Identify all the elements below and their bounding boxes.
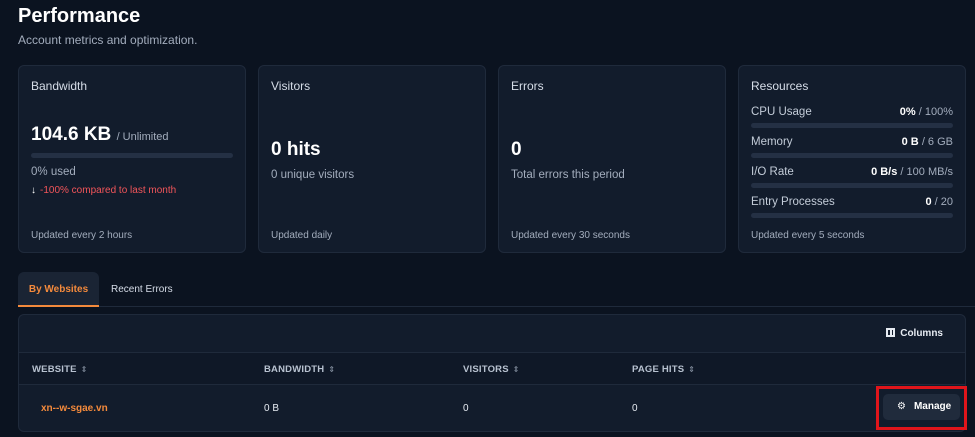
sort-icon: ⇕: [688, 365, 696, 374]
resource-value: 0% / 100%: [899, 106, 953, 118]
visitors-sub: 0 unique visitors: [271, 169, 355, 181]
resources-card: Resources CPU Usage 0% / 100% Memory 0 B…: [738, 65, 966, 253]
resource-bar: [751, 213, 953, 218]
visitors-title: Visitors: [271, 79, 311, 93]
sort-icon: ⇕: [512, 365, 520, 374]
tab-bar: By Websites Recent Errors: [18, 272, 975, 307]
resources-title: Resources: [751, 79, 809, 93]
resource-row-cpu: CPU Usage 0% / 100%: [751, 106, 953, 130]
bandwidth-card: Bandwidth 104.6 KB / Unlimited 0% used ↓…: [18, 65, 246, 253]
bandwidth-trend-text: -100% compared to last month: [40, 185, 177, 196]
errors-card: Errors 0 Total errors this period Update…: [498, 65, 726, 253]
resources-footer: Updated every 5 seconds: [751, 230, 865, 241]
errors-value: 0: [511, 139, 522, 160]
resource-bar: [751, 183, 953, 188]
table-header: WEBSITE ⇕ BANDWIDTH ⇕ VISITORS ⇕ PAGE HITS ⇕: [19, 353, 965, 385]
down-arrow-icon: ↓: [31, 185, 36, 196]
resource-row-memory: Memory 0 B / 6 GB: [751, 136, 953, 160]
manage-button[interactable]: ⚙ Manage: [883, 394, 960, 420]
columns-icon: [886, 328, 896, 337]
resource-bar: [751, 153, 953, 158]
manage-label: Manage: [913, 401, 952, 412]
bandwidth-title: Bandwidth: [31, 79, 88, 93]
resource-label: Entry Processes: [751, 196, 835, 208]
errors-title: Errors: [511, 79, 544, 93]
tab-recent-errors[interactable]: Recent Errors: [111, 272, 173, 307]
gear-icon: ⚙: [897, 401, 906, 412]
bandwidth-used: 0% used: [31, 166, 76, 178]
resource-label: I/O Rate: [751, 166, 794, 178]
table-toolbar: Columns: [19, 315, 965, 353]
resource-label: Memory: [751, 136, 793, 148]
bandwidth-trend: ↓ -100% compared to last month: [31, 185, 176, 196]
resource-value: 0 B/s / 100 MB/s: [871, 166, 953, 178]
errors-sub: Total errors this period: [511, 169, 625, 181]
table-row: xn--w-sgae.vn 0 B 0 0: [19, 386, 965, 431]
resource-row-io: I/O Rate 0 B/s / 100 MB/s: [751, 166, 953, 190]
website-link[interactable]: xn--w-sgae.vn: [41, 403, 108, 414]
visitors-card: Visitors 0 hits 0 unique visitors Update…: [258, 65, 486, 253]
errors-footer: Updated every 30 seconds: [511, 230, 630, 241]
bandwidth-value: 104.6 KB / Unlimited: [31, 124, 169, 146]
page-subtitle: Account metrics and optimization.: [18, 33, 198, 47]
columns-button[interactable]: Columns: [886, 328, 943, 339]
bandwidth-footer: Updated every 2 hours: [31, 230, 133, 241]
bandwidth-amount: 104.6 KB: [31, 124, 112, 145]
column-header-page-hits[interactable]: PAGE HITS ⇕: [632, 364, 695, 375]
resource-label: CPU Usage: [751, 106, 812, 118]
column-header-website[interactable]: WEBSITE ⇕: [32, 364, 88, 375]
column-header-visitors[interactable]: VISITORS ⇕: [463, 364, 520, 375]
cell-page-hits: 0: [632, 403, 638, 414]
resource-row-entry-processes: Entry Processes 0 / 20: [751, 196, 953, 220]
resource-bar: [751, 123, 953, 128]
cell-bandwidth: 0 B: [264, 403, 280, 414]
column-header-bandwidth[interactable]: BANDWIDTH ⇕: [264, 364, 335, 375]
resource-value: 0 / 20: [925, 196, 953, 208]
cell-visitors: 0: [463, 403, 469, 414]
bandwidth-limit: / Unlimited: [116, 131, 169, 143]
websites-table: Columns WEBSITE ⇕ BANDWIDTH ⇕ VISITORS ⇕ PA…: [18, 314, 966, 432]
page-title: Performance: [18, 5, 141, 27]
bandwidth-usage-bar: [31, 153, 233, 158]
columns-label: Columns: [900, 328, 943, 339]
resource-value: 0 B / 6 GB: [901, 136, 953, 148]
sort-icon: ⇕: [328, 365, 336, 374]
visitors-value: 0 hits: [271, 139, 321, 160]
tab-by-websites[interactable]: By Websites: [18, 272, 99, 307]
visitors-footer: Updated daily: [271, 230, 333, 241]
sort-icon: ⇕: [80, 365, 88, 374]
